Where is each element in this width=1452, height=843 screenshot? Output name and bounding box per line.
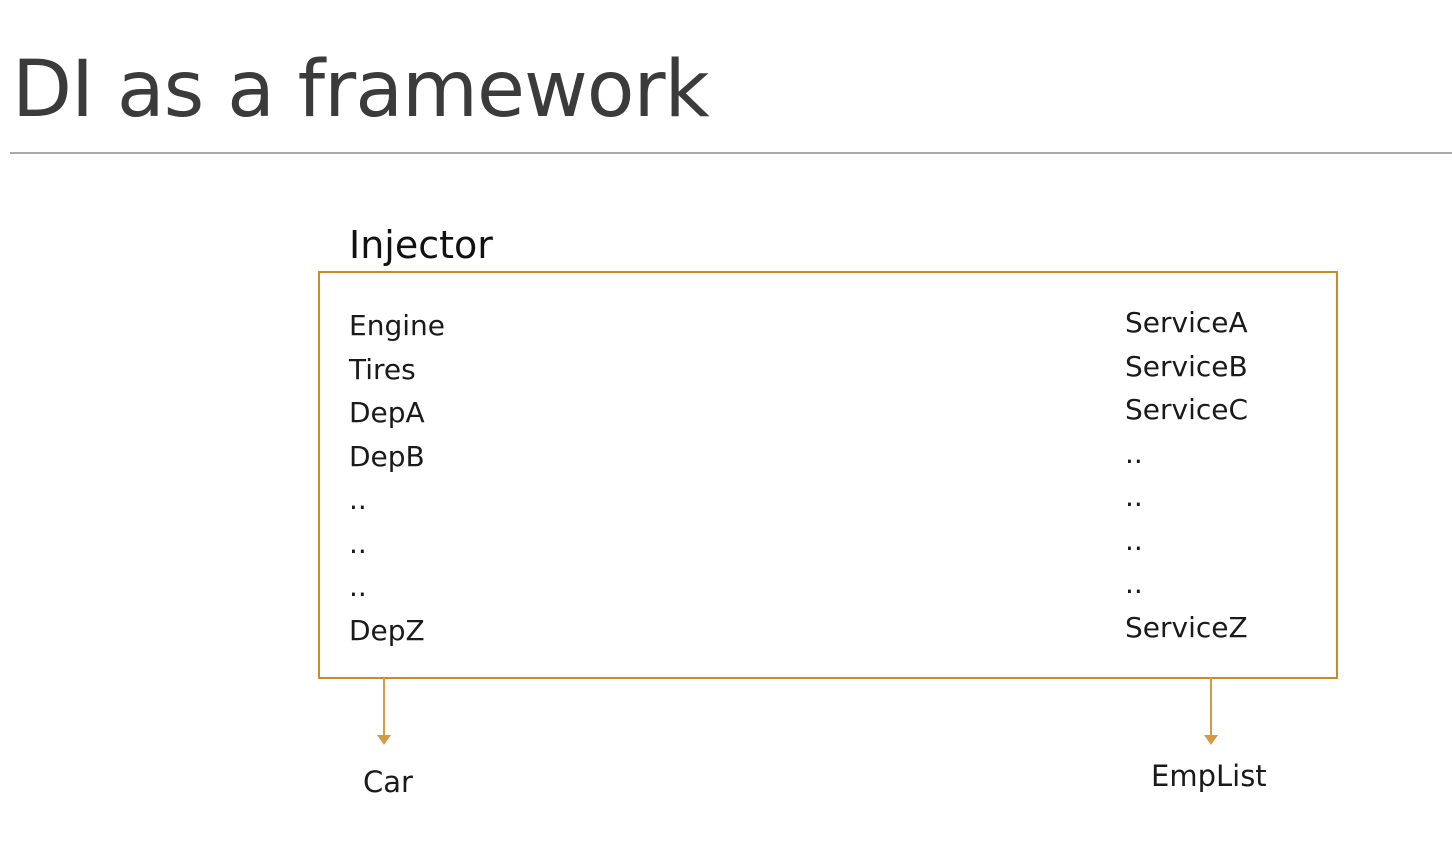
dependency-item-depb: DepB (349, 439, 425, 473)
service-item-ellipsis: .. (1125, 480, 1143, 513)
dependency-item-depz: DepZ (349, 613, 425, 647)
service-list: ServiceA ServiceB ServiceC .. .. .. .. S… (1125, 301, 1248, 649)
dependency-item-ellipsis: .. (349, 526, 367, 560)
injector-label: Injector (349, 223, 493, 267)
dependency-item-depa: DepA (349, 396, 425, 429)
service-item-servicea: ServiceA (1125, 306, 1248, 339)
arrow-down-icon (1204, 678, 1218, 745)
arrow-down-icon (377, 678, 391, 745)
consumer-emplist-label: EmpList (1151, 759, 1267, 793)
dependency-list: Engine Tires DepA DepB .. .. .. DepZ (349, 304, 445, 652)
service-item-servicez: ServiceZ (1125, 610, 1248, 644)
dependency-item-ellipsis: .. (349, 483, 367, 516)
consumer-car-label: Car (363, 765, 413, 799)
service-item-ellipsis: .. (1125, 436, 1143, 470)
dependency-item-tires: Tires (349, 352, 416, 386)
service-item-ellipsis: .. (1125, 567, 1143, 600)
service-item-servicec: ServiceC (1125, 393, 1249, 426)
dependency-item-engine: Engine (349, 309, 445, 342)
slide-title: DI as a framework (12, 45, 710, 135)
service-item-serviceb: ServiceB (1125, 349, 1248, 383)
dependency-item-ellipsis: .. (349, 570, 367, 603)
service-item-ellipsis: .. (1125, 523, 1143, 557)
title-divider (10, 152, 1452, 154)
